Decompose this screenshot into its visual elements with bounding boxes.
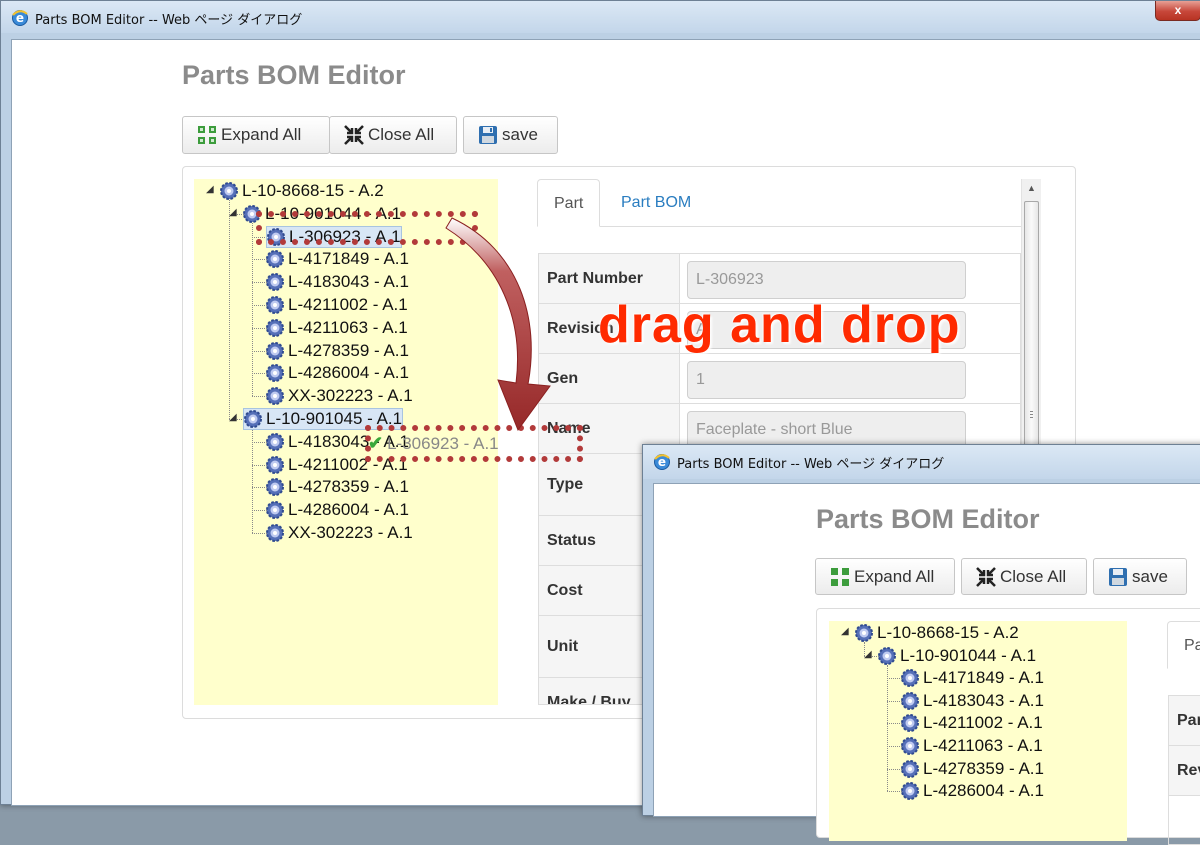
tree-node-label: L-4286004 - A.1 xyxy=(923,781,1044,801)
second-page-title: Parts BOM Editor xyxy=(816,504,1040,534)
tree-connector xyxy=(887,768,902,770)
gear-icon xyxy=(901,669,919,688)
gear-icon xyxy=(901,714,919,733)
second-bom-tree[interactable]: ◢ L-10-8668-15 - A.2 ◢ L-10-901044 - A.1 L-4… xyxy=(829,621,1127,841)
second-client-area: Parts BOM Editor Expand All Close All sa… xyxy=(653,483,1200,845)
ie-browser-icon: e xyxy=(654,454,670,470)
expand-icon xyxy=(831,567,849,586)
tree-node-label: L-10-901044 - A.1 xyxy=(900,645,1037,665)
second-form-label: Par xyxy=(1169,696,1200,745)
tree-node[interactable]: L-4171849 - A.1 xyxy=(901,667,1044,689)
second-close-all-label: Close All xyxy=(1000,566,1067,586)
drag-and-drop-caption: drag and drop xyxy=(598,296,961,354)
second-form-row: Rev xyxy=(1169,746,1200,796)
second-form-label: Rev xyxy=(1169,746,1200,795)
tree-connector xyxy=(887,746,902,747)
tree-node-label: L-4183043 - A.1 xyxy=(923,690,1044,710)
tree-node[interactable]: L-10-8668-15 - A.2 xyxy=(855,622,1019,644)
expand-toggle-icon[interactable]: ◢ xyxy=(841,626,849,637)
second-save-button[interactable]: save xyxy=(1093,558,1187,595)
tree-node-label: L-4211063 - A.1 xyxy=(923,736,1043,755)
tree-connector xyxy=(887,791,902,793)
gear-icon xyxy=(901,782,919,801)
tree-node[interactable]: L-4211063 - A.1 xyxy=(901,735,1043,757)
gear-icon xyxy=(901,737,919,755)
second-expand-all-label: Expand All xyxy=(854,566,935,586)
second-form-row: Par xyxy=(1169,696,1200,746)
tree-node[interactable]: L-4286004 - A.1 xyxy=(901,780,1044,802)
second-expand-all-button[interactable]: Expand All xyxy=(815,558,955,595)
tree-connector xyxy=(887,700,902,702)
second-window-titlebar[interactable]: e Parts BOM Editor -- Web ページ ダイアログ xyxy=(643,445,1200,479)
gear-icon xyxy=(855,624,873,642)
tree-node-label: L-10-8668-15 - A.2 xyxy=(877,623,1019,642)
tree-node[interactable]: L-4278359 - A.1 xyxy=(901,758,1044,780)
second-tab-part[interactable]: Pa xyxy=(1167,621,1200,669)
second-detail-tabs: Pa xyxy=(1167,621,1200,669)
tree-node[interactable]: L-4211002 - A.1 xyxy=(901,712,1043,734)
second-editor-panel: ◢ L-10-8668-15 - A.2 ◢ L-10-901044 - A.1 L-4… xyxy=(816,608,1200,845)
gear-icon xyxy=(901,691,919,710)
second-window-title: Parts BOM Editor -- Web ページ ダイアログ xyxy=(677,457,945,472)
tree-connector xyxy=(887,678,902,680)
second-save-label: save xyxy=(1132,566,1168,586)
tree-connector xyxy=(887,723,902,725)
tree-node-label: L-4278359 - A.1 xyxy=(923,758,1044,778)
tree-node[interactable]: L-4183043 - A.1 xyxy=(901,690,1044,712)
tree-node[interactable]: L-10-901044 - A.1 xyxy=(878,645,1036,667)
gear-icon xyxy=(878,646,896,665)
gear-icon xyxy=(901,759,919,778)
tree-node-label: L-4211002 - A.1 xyxy=(923,713,1043,733)
tree-connector xyxy=(887,664,888,792)
second-close-all-button[interactable]: Close All xyxy=(961,558,1087,595)
tree-node-label: L-4171849 - A.1 xyxy=(923,668,1044,688)
second-part-form: Par Rev xyxy=(1168,695,1200,845)
collapse-icon xyxy=(976,566,996,587)
second-dialog-window: e Parts BOM Editor -- Web ページ ダイアログ Part… xyxy=(642,444,1200,845)
expand-toggle-icon[interactable]: ◢ xyxy=(864,649,872,660)
floppy-disk-icon xyxy=(1109,567,1127,586)
